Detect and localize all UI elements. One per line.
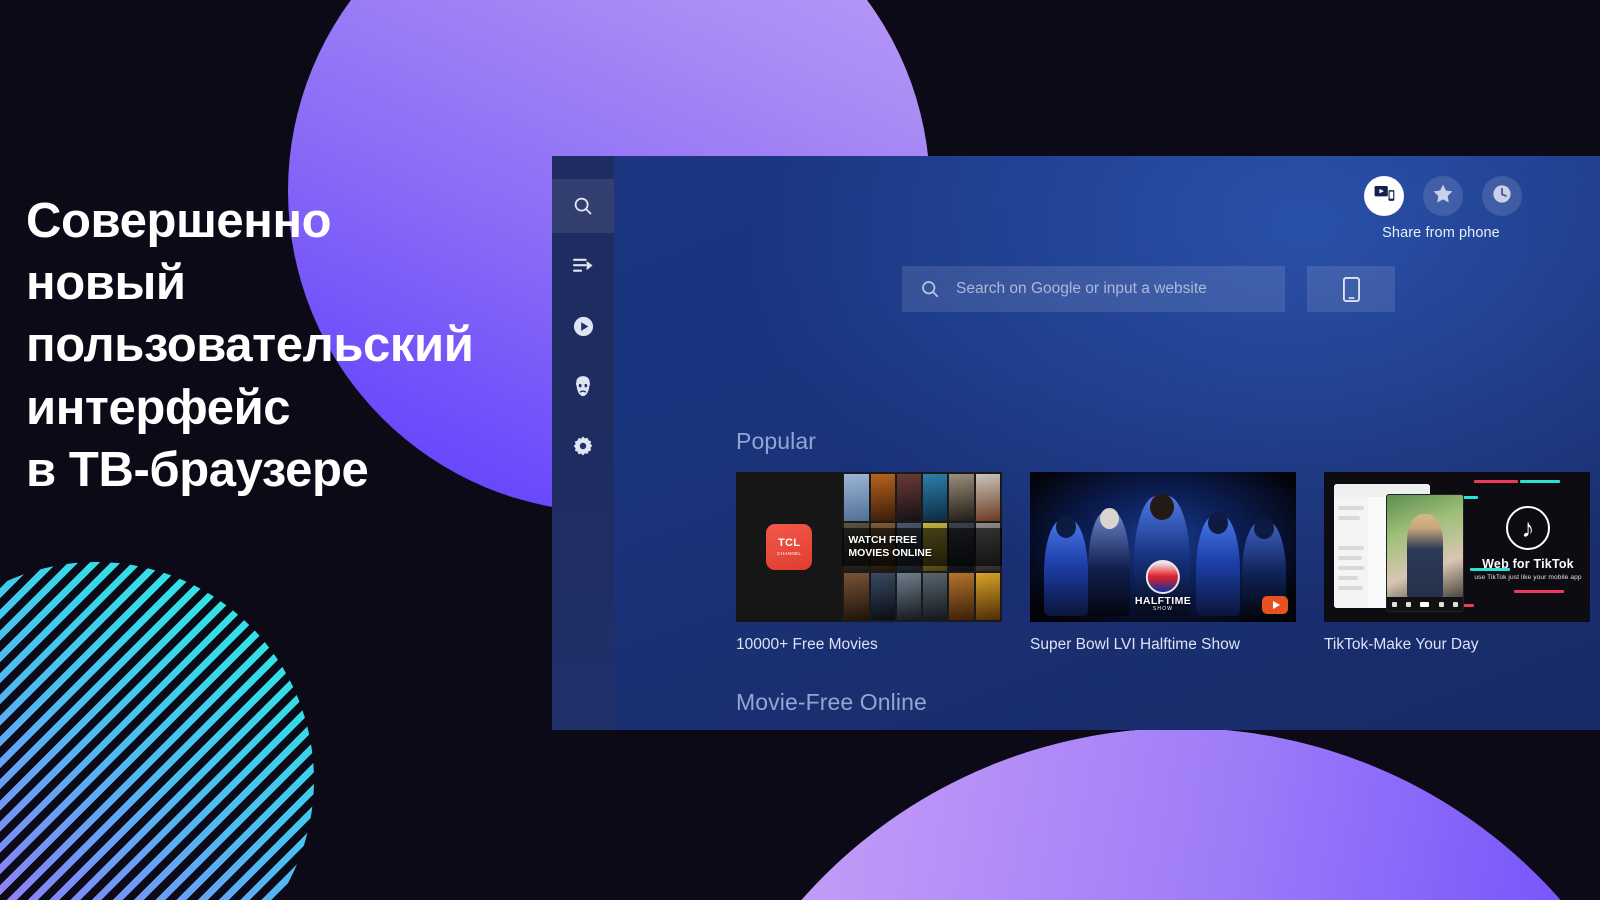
poster [975, 474, 1000, 522]
poster [975, 572, 1000, 620]
poster [949, 474, 974, 522]
tcl-logo-area: TCL CHANNEL [736, 472, 843, 622]
glitch-line [1474, 480, 1518, 483]
purple-ring-decoration [676, 728, 1600, 900]
headline: Совершенно новый пользовательский интерф… [26, 194, 474, 497]
bookmarks-button[interactable] [1423, 176, 1463, 216]
gear-icon [572, 435, 594, 457]
tiktok-callout: ♪ Web for TikTok use TikTok just like yo… [1472, 506, 1584, 581]
tcl-brand-sub: CHANNEL [777, 551, 802, 556]
card-thumbnail: ♪ Web for TikTok use TikTok just like yo… [1324, 472, 1590, 622]
card-label: TikTok-Make Your Day [1324, 636, 1479, 653]
cast-screen-icon [1374, 185, 1395, 207]
glitch-line [1514, 590, 1564, 593]
card-super-bowl[interactable]: HALFTIME SHOW Super Bowl LVI Halftime Sh… [1030, 472, 1296, 654]
card-thumbnail: HALFTIME SHOW [1030, 472, 1296, 622]
performer-head [1254, 518, 1274, 539]
quick-actions [1364, 176, 1522, 216]
striped-circle-decoration [0, 562, 314, 900]
popular-cards-row: TCL CHANNEL WATCH FREE MOVIES ONLINE 100… [736, 472, 1600, 654]
poster [844, 572, 869, 620]
phone-preview-mock [1386, 494, 1464, 612]
tiktok-artwork: ♪ Web for TikTok use TikTok just like yo… [1324, 472, 1590, 622]
performer-head [1208, 512, 1228, 534]
play-triangle-icon [1272, 601, 1280, 609]
playlist-icon [572, 256, 594, 276]
poster [923, 572, 948, 620]
sidebar-item-bookmarks-list[interactable] [552, 239, 614, 293]
search-box[interactable] [902, 266, 1285, 312]
search-icon [572, 195, 594, 217]
poster [949, 572, 974, 620]
sidebar-item-search[interactable] [552, 179, 614, 233]
performer-head [1056, 516, 1076, 538]
halftime-show-logo: HALFTIME SHOW [1134, 559, 1192, 613]
person-silhouette [1406, 513, 1444, 602]
card-label: Super Bowl LVI Halftime Show [1030, 636, 1240, 653]
list-row [1338, 516, 1360, 520]
play-circle-icon [572, 315, 595, 338]
tiktok-navbar [1387, 597, 1463, 611]
performer-head [1150, 494, 1174, 520]
star-icon [1433, 184, 1453, 208]
section-title-movies: Movie-Free Online [736, 689, 927, 715]
card-thumbnail: TCL CHANNEL WATCH FREE MOVIES ONLINE [736, 472, 1002, 622]
poster [896, 572, 922, 620]
search-icon [1406, 601, 1412, 607]
browser-home-content: Share from phone Search on Google or inp… [614, 156, 1600, 730]
share-from-phone-button[interactable] [1364, 176, 1404, 216]
mobile-phone-icon [1342, 276, 1360, 302]
poster [896, 474, 922, 522]
sidebar-item-media[interactable] [552, 299, 614, 353]
search-input[interactable] [956, 280, 1267, 298]
halftime-title: HALFTIME [1134, 594, 1192, 607]
sidebar-item-incognito[interactable] [552, 359, 614, 413]
halftime-subtitle: SHOW [1152, 606, 1174, 612]
search-icon [920, 279, 940, 299]
history-button[interactable] [1482, 176, 1522, 216]
list-row [1338, 556, 1362, 560]
profile-icon [1453, 601, 1459, 607]
list-row [1338, 566, 1364, 570]
list-row [1338, 586, 1363, 590]
poster [923, 474, 948, 522]
search-row [902, 266, 1395, 312]
list-row [1338, 576, 1358, 580]
tiktok-logo-icon: ♪ [1506, 506, 1550, 550]
tiktok-callout-title: Web for TikTok [1482, 557, 1574, 571]
share-from-phone-label: Share from phone [1382, 225, 1500, 241]
tcl-movie-wall: TCL CHANNEL WATCH FREE MOVIES ONLINE [736, 472, 1002, 622]
window-sidebar [1334, 497, 1368, 608]
promo-banner: Совершенно новый пользовательский интерф… [0, 0, 1600, 900]
poster [870, 572, 895, 620]
card-tiktok[interactable]: ♪ Web for TikTok use TikTok just like yo… [1324, 472, 1590, 654]
performer-head [1100, 508, 1119, 529]
inbox-icon [1438, 601, 1444, 607]
super-bowl-artwork: HALFTIME SHOW [1030, 472, 1296, 622]
pepsi-logo [1146, 559, 1180, 594]
glitch-line [1520, 480, 1560, 483]
section-title-popular: Popular [736, 428, 816, 454]
tiktok-callout-subtitle: use TikTok just like your mobile app [1474, 574, 1582, 581]
list-row [1338, 506, 1364, 510]
home-icon [1391, 601, 1397, 607]
striped-circle-gradient [0, 562, 314, 900]
incognito-face-icon [572, 375, 594, 398]
list-row [1338, 546, 1364, 550]
clock-icon [1492, 184, 1512, 209]
youtube-play-badge [1262, 596, 1288, 614]
connect-phone-button[interactable] [1307, 266, 1395, 312]
poster [844, 474, 869, 522]
tcl-logo: TCL CHANNEL [766, 524, 813, 570]
sidebar [552, 156, 614, 730]
sidebar-item-settings[interactable] [552, 419, 614, 473]
tv-browser-panel: Share from phone Search on Google or inp… [552, 156, 1600, 730]
tcl-brand: TCL [778, 537, 801, 549]
tcl-banner-text: WATCH FREE MOVIES ONLINE [848, 533, 932, 559]
card-free-movies[interactable]: TCL CHANNEL WATCH FREE MOVIES ONLINE 100… [736, 472, 1002, 654]
poster [870, 474, 895, 522]
create-icon [1420, 601, 1430, 607]
card-label: 10000+ Free Movies [736, 636, 878, 653]
